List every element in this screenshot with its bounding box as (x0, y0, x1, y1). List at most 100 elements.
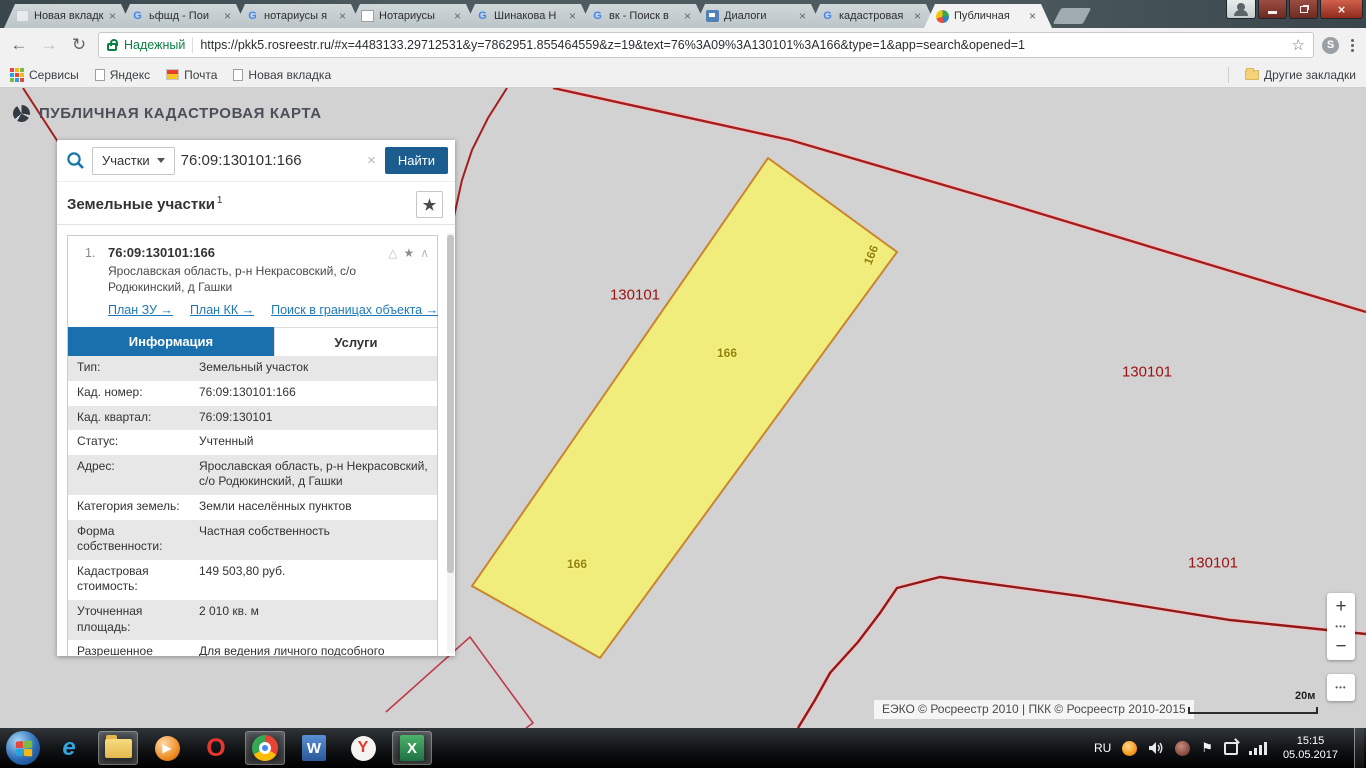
vk-dialogs-favicon (706, 10, 719, 22)
tab-close-icon[interactable]: × (454, 10, 461, 22)
ccleaner-icon[interactable] (1175, 740, 1191, 756)
mail-icon (166, 69, 180, 80)
cad-quarter-link[interactable]: 76:09:130101 (193, 406, 437, 431)
close-button[interactable]: × (1320, 0, 1363, 19)
apps-grid-icon (10, 67, 24, 82)
zoom-out-button[interactable]: − (1327, 633, 1355, 660)
chrome-icon (252, 735, 278, 761)
google-favicon: G (133, 10, 142, 22)
media-player-icon: ▶ (154, 735, 180, 761)
tab-close-icon[interactable]: × (684, 10, 691, 22)
tab-search-5[interactable]: G кадастровая × (809, 4, 937, 28)
page-title: ПУБЛИЧНАЯ КАДАСТРОВАЯ КАРТА (39, 105, 322, 122)
blank-favicon (16, 10, 29, 22)
search-button[interactable]: Найти (384, 147, 448, 174)
tab-search-3[interactable]: G Шинакова Н × (464, 4, 592, 28)
bookmark-new-tab[interactable]: Новая вкладка (233, 68, 331, 82)
parcel-polygon[interactable] (470, 156, 899, 660)
opera-taskbar-icon[interactable]: O (196, 731, 236, 765)
start-button[interactable] (6, 731, 40, 765)
info-row: Форма собственности: Частная собственност… (68, 519, 437, 560)
tab-public-cadastral-map[interactable]: Публичная × (924, 4, 1052, 28)
network-icon[interactable] (1248, 741, 1267, 755)
bookmark-yandex[interactable]: Яндекс (94, 68, 150, 82)
warning-icon[interactable]: △ (388, 246, 397, 260)
tab-close-icon[interactable]: × (799, 10, 806, 22)
plan-zu-link[interactable]: План ЗУ → (108, 303, 173, 317)
tab-close-icon[interactable]: × (339, 10, 346, 22)
language-indicator[interactable]: RU (1094, 741, 1111, 755)
tab-close-icon[interactable]: × (914, 10, 921, 22)
bookmark-star-icon[interactable]: ☆ (1292, 36, 1305, 54)
bookmark-services[interactable]: Сервисы (10, 67, 79, 82)
tab-information[interactable]: Информация (68, 327, 274, 357)
tab-new-tab[interactable]: Новая вкладка × (4, 4, 132, 28)
forward-button[interactable]: → (38, 35, 60, 55)
minimize-button[interactable] (1258, 0, 1287, 19)
result-item: 1. 76:09:130101:166 △ ★ ∧ Ярославская об… (67, 235, 438, 656)
browser-menu-icon[interactable] (1347, 38, 1358, 52)
restore-button[interactable] (1289, 0, 1318, 19)
search-input[interactable] (180, 152, 359, 169)
clear-search-icon[interactable]: × (364, 152, 379, 169)
tab-close-icon[interactable]: × (569, 10, 576, 22)
yandex-browser-taskbar-icon[interactable]: Y (343, 731, 383, 765)
document-favicon (361, 10, 374, 22)
cad-number-link[interactable]: 76:09:130101:166 (193, 381, 437, 406)
tab-search-2[interactable]: G нотариусы я × (234, 4, 362, 28)
extension-icon[interactable]: S (1322, 36, 1339, 54)
volume-icon[interactable] (1148, 741, 1164, 755)
ie-taskbar-icon[interactable]: e (49, 731, 89, 765)
action-center-flag-icon[interactable]: ⚑ (1201, 740, 1213, 756)
bookmark-mail[interactable]: Почта (166, 68, 217, 82)
collapse-icon[interactable]: ∧ (420, 246, 429, 260)
tab-dialogs[interactable]: Диалоги × (694, 4, 822, 28)
map-options-button[interactable]: ••• (1327, 674, 1355, 701)
tab-close-icon[interactable]: × (224, 10, 231, 22)
favorite-icon[interactable]: ★ (403, 246, 414, 260)
folder-icon (1245, 67, 1260, 80)
search-icon (64, 151, 86, 170)
new-tab-button[interactable] (1052, 8, 1092, 24)
word-taskbar-icon[interactable]: W (294, 731, 334, 765)
back-button[interactable]: ← (8, 35, 30, 55)
zoom-in-button[interactable]: + (1327, 593, 1355, 620)
tab-notaries[interactable]: Нотариусы × (349, 4, 477, 28)
clock[interactable]: 15:15 05.05.2017 (1283, 734, 1338, 762)
parcel-address: Ярославская область, р-н Некрасовский, с… (108, 264, 356, 295)
chrome-taskbar-icon[interactable] (245, 731, 285, 765)
profile-button[interactable] (1226, 0, 1256, 19)
explorer-taskbar-icon[interactable] (98, 731, 138, 765)
search-in-bounds-link[interactable]: Поиск в границах объекта → (271, 303, 438, 317)
page-content: 130101 130101 130101 166 166 166 ПУБЛИЧН… (0, 88, 1366, 728)
plan-kk-link[interactable]: План КК → (190, 303, 254, 317)
scrollbar-thumb[interactable] (447, 235, 454, 573)
restore-icon (1299, 5, 1308, 13)
tab-search-1[interactable]: G ьфшд - Пои × (119, 4, 247, 28)
google-favicon: G (478, 10, 487, 22)
google-favicon: G (248, 10, 257, 22)
tab-label: Шинакова Н (494, 10, 557, 22)
security-label[interactable]: Надежный (124, 38, 185, 52)
other-bookmarks-button[interactable]: Другие закладки (1245, 67, 1356, 82)
reload-button[interactable]: ↻ (68, 35, 90, 55)
excel-taskbar-icon[interactable]: X (392, 731, 432, 765)
info-row: Уточненная площадь: 2 010 кв. м (68, 599, 437, 641)
tab-label: Нотариусы (379, 10, 435, 22)
show-desktop-button[interactable] (1354, 728, 1364, 768)
tablet-icon[interactable] (1223, 741, 1238, 755)
divider (1228, 66, 1230, 83)
zoom-levels-button[interactable]: ••• (1327, 620, 1355, 633)
favorites-button[interactable]: ★ (416, 191, 443, 218)
tab-services[interactable]: Услуги (273, 327, 437, 357)
tray-app-icon[interactable] (1122, 740, 1138, 756)
tab-search-4[interactable]: G вк - Поиск в × (579, 4, 707, 28)
panel-scrollbar[interactable] (447, 233, 454, 653)
media-player-taskbar-icon[interactable]: ▶ (147, 731, 187, 765)
tab-close-icon[interactable]: × (1029, 10, 1036, 22)
url-text[interactable]: https://pkk5.rosreestr.ru/#x=4483133.297… (200, 38, 1284, 52)
tab-close-icon[interactable]: × (109, 10, 116, 22)
address-bar[interactable]: Надежный https://pkk5.rosreestr.ru/#x=44… (98, 32, 1314, 58)
object-type-dropdown[interactable]: Участки (92, 146, 175, 175)
quarter-label: 130101 (1187, 554, 1239, 572)
